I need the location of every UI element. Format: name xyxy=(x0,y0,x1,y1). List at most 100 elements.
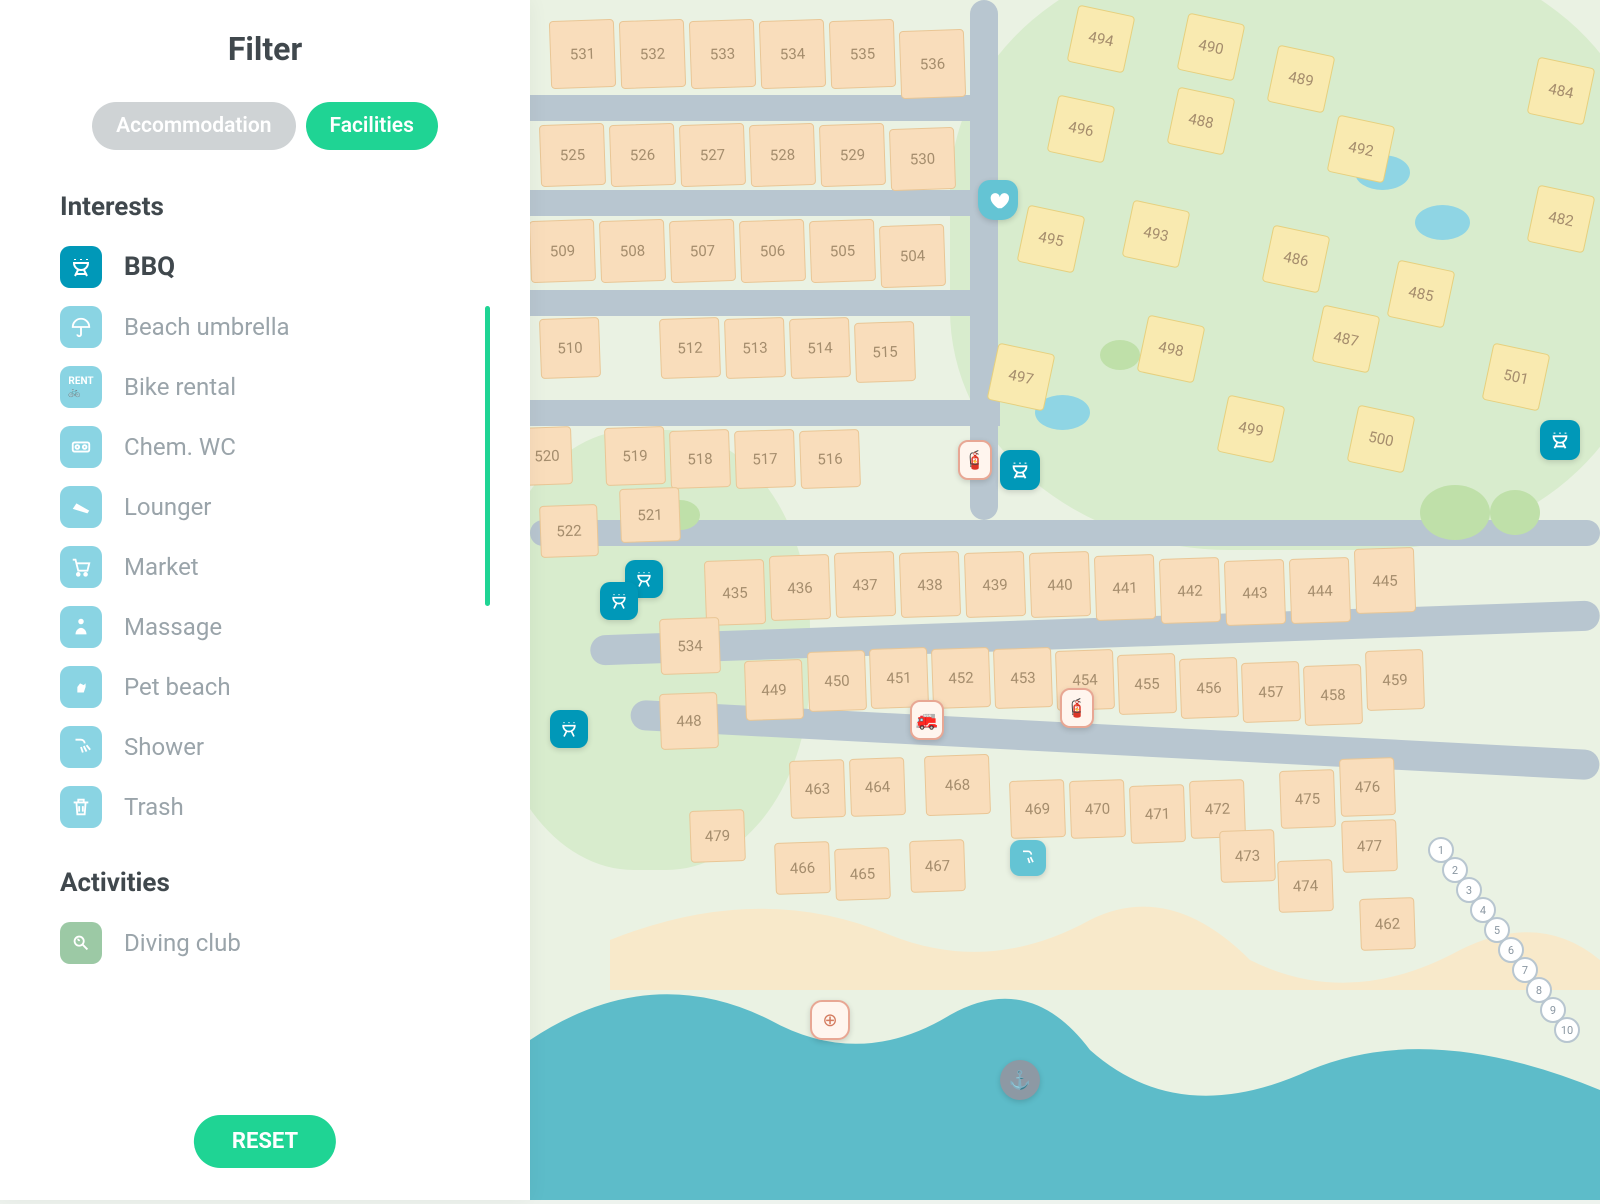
lot[interactable]: 435 xyxy=(704,559,766,626)
lot[interactable]: 473 xyxy=(1219,829,1276,883)
lot[interactable]: 498 xyxy=(1137,315,1206,384)
lot[interactable]: 445 xyxy=(1354,547,1416,614)
lot[interactable]: 534 xyxy=(759,19,826,89)
lot[interactable]: 530 xyxy=(889,127,956,191)
lot[interactable]: 436 xyxy=(769,554,831,621)
lot[interactable]: 452 xyxy=(931,647,991,709)
lot[interactable]: 453 xyxy=(993,647,1053,709)
lot[interactable]: 484 xyxy=(1527,57,1596,126)
fire-ext-marker[interactable]: 🧯 xyxy=(1060,688,1094,728)
lot[interactable]: 517 xyxy=(734,429,796,489)
lot[interactable]: 527 xyxy=(679,123,746,187)
bbq-marker[interactable] xyxy=(1540,420,1580,460)
lot[interactable]: 499 xyxy=(1217,395,1286,464)
lot[interactable]: 479 xyxy=(689,809,746,863)
lot[interactable]: 463 xyxy=(789,759,846,819)
lot[interactable]: 438 xyxy=(899,551,961,618)
lot[interactable]: 466 xyxy=(774,841,831,895)
lot[interactable]: 518 xyxy=(669,429,731,489)
lot[interactable]: 437 xyxy=(834,551,896,618)
lot[interactable]: 476 xyxy=(1339,757,1396,817)
lot[interactable]: 500 xyxy=(1347,405,1416,474)
lot[interactable]: 490 xyxy=(1177,13,1246,82)
lot[interactable]: 531 xyxy=(549,19,616,89)
lot[interactable]: 529 xyxy=(819,123,886,187)
interest-trash[interactable]: Trash xyxy=(60,782,470,832)
lot[interactable]: 494 xyxy=(1067,5,1136,74)
lot[interactable]: 519 xyxy=(604,426,666,486)
lot[interactable]: 513 xyxy=(724,317,786,379)
lot[interactable]: 533 xyxy=(689,19,756,89)
lot[interactable]: 497 xyxy=(987,343,1056,412)
lot[interactable]: 477 xyxy=(1341,819,1398,873)
lot[interactable]: 448 xyxy=(659,692,719,750)
hydrant-marker[interactable]: 🚒 xyxy=(910,700,944,740)
lot[interactable]: 455 xyxy=(1117,653,1177,715)
lot[interactable]: 449 xyxy=(744,659,804,721)
lot[interactable]: 496 xyxy=(1047,95,1116,164)
lot[interactable]: 505 xyxy=(809,219,876,283)
lot[interactable]: 486 xyxy=(1262,225,1331,294)
lot[interactable]: 469 xyxy=(1009,779,1066,839)
lot[interactable]: 506 xyxy=(739,219,806,283)
interest-market[interactable]: Market xyxy=(60,542,470,592)
lot[interactable]: 534 xyxy=(659,617,721,675)
lot[interactable]: 501 xyxy=(1482,343,1551,412)
interest-umbrella[interactable]: Beach umbrella xyxy=(60,302,470,352)
activity-diving[interactable]: Diving club xyxy=(60,918,470,968)
lot[interactable]: 492 xyxy=(1327,115,1396,184)
lot[interactable]: 443 xyxy=(1224,559,1286,626)
lot[interactable]: 522 xyxy=(539,504,599,558)
lot[interactable]: 535 xyxy=(829,19,896,89)
lot[interactable]: 512 xyxy=(659,317,721,379)
lot[interactable]: 456 xyxy=(1179,657,1239,719)
lot[interactable]: 462 xyxy=(1359,897,1416,951)
lot[interactable]: 532 xyxy=(619,19,686,89)
lot[interactable]: 493 xyxy=(1122,200,1191,269)
lot[interactable]: 536 xyxy=(899,29,966,99)
lot[interactable]: 471 xyxy=(1129,784,1186,844)
lot[interactable]: 440 xyxy=(1029,551,1091,618)
lot[interactable]: 528 xyxy=(749,123,816,187)
lot[interactable]: 489 xyxy=(1267,45,1336,114)
shower-marker[interactable] xyxy=(1010,840,1046,876)
lot[interactable]: 507 xyxy=(669,219,736,283)
lot[interactable]: 488 xyxy=(1167,87,1236,156)
lot[interactable]: 508 xyxy=(599,219,666,283)
lot[interactable]: 487 xyxy=(1312,305,1381,374)
lot[interactable]: 459 xyxy=(1365,649,1425,711)
lot[interactable]: 485 xyxy=(1387,260,1456,329)
lot[interactable]: 525 xyxy=(539,123,606,187)
reset-button[interactable]: RESET xyxy=(194,1115,336,1168)
lot[interactable]: 464 xyxy=(849,757,906,817)
bbq-marker[interactable] xyxy=(600,582,638,620)
tab-accommodation[interactable]: Accommodation xyxy=(92,102,295,150)
lot[interactable]: 442 xyxy=(1159,557,1221,624)
lot[interactable]: 482 xyxy=(1527,185,1596,254)
interest-shower[interactable]: Shower xyxy=(60,722,470,772)
map-canvas[interactable]: /* rows rendered below with inline divs … xyxy=(530,0,1600,1200)
lifering-marker[interactable]: ⊕ xyxy=(810,1000,850,1040)
fire-ext-marker[interactable]: 🧯 xyxy=(958,440,992,480)
lot[interactable]: 441 xyxy=(1094,554,1156,621)
interest-chemwc[interactable]: Chem. WC xyxy=(60,422,470,472)
lot[interactable]: 516 xyxy=(799,429,861,489)
lot[interactable]: 521 xyxy=(619,487,681,543)
interest-bbq[interactable]: BBQ xyxy=(60,242,470,292)
bbq-marker[interactable] xyxy=(1000,450,1040,490)
interest-petbeach[interactable]: Pet beach xyxy=(60,662,470,712)
bbq-marker[interactable] xyxy=(550,710,588,748)
lot[interactable]: 444 xyxy=(1289,557,1351,624)
tab-facilities[interactable]: Facilities xyxy=(306,102,438,150)
anchor-marker[interactable]: ⚓ xyxy=(1000,1060,1040,1100)
lot[interactable]: 465 xyxy=(834,847,891,901)
lot[interactable]: 470 xyxy=(1069,779,1126,839)
lot[interactable]: 510 xyxy=(539,317,601,379)
heart-marker[interactable] xyxy=(978,180,1018,220)
scrollbar[interactable] xyxy=(485,306,490,606)
lot[interactable]: 475 xyxy=(1279,769,1336,829)
lot[interactable]: 467 xyxy=(909,839,966,893)
lot[interactable]: 457 xyxy=(1241,661,1301,723)
lot[interactable]: 526 xyxy=(609,123,676,187)
lot[interactable]: 514 xyxy=(789,317,851,379)
